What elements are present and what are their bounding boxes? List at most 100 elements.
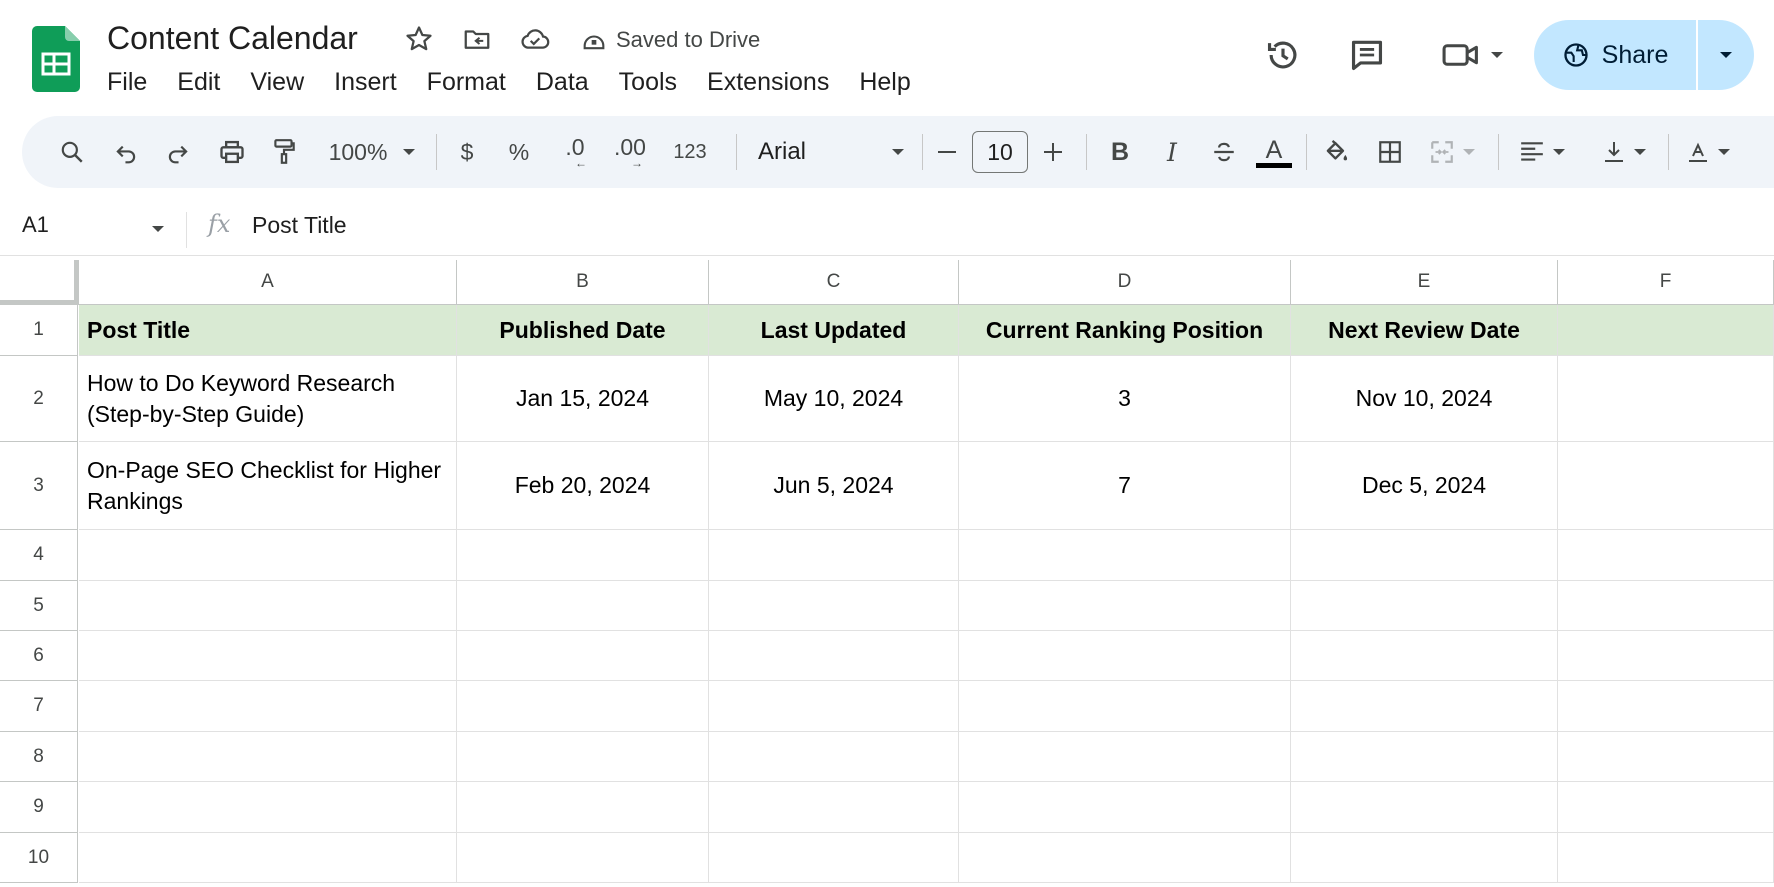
cell-e4[interactable] <box>1291 530 1558 581</box>
cell-e3[interactable]: Dec 5, 2024 <box>1291 442 1558 530</box>
menu-help[interactable]: Help <box>844 66 925 98</box>
row-header-10[interactable]: 10 <box>0 833 78 883</box>
column-header-b[interactable]: B <box>457 260 709 305</box>
cell-b1[interactable]: Published Date <box>457 305 709 356</box>
cell-d8[interactable] <box>959 732 1291 782</box>
more-formats-button[interactable]: 123 <box>662 116 718 188</box>
cell-d5[interactable] <box>959 581 1291 631</box>
row-header-3[interactable]: 3 <box>0 442 78 530</box>
undo-icon[interactable] <box>106 116 146 188</box>
cell-d6[interactable] <box>959 631 1291 681</box>
cloud-done-icon[interactable] <box>518 22 552 56</box>
cell-d10[interactable] <box>959 833 1291 883</box>
cell-f10[interactable] <box>1558 833 1774 883</box>
cell-d7[interactable] <box>959 681 1291 732</box>
cell-f4[interactable] <box>1558 530 1774 581</box>
cell-e1[interactable]: Next Review Date <box>1291 305 1558 356</box>
cell-e5[interactable] <box>1291 581 1558 631</box>
row-header-6[interactable]: 6 <box>0 631 78 681</box>
cell-c5[interactable] <box>709 581 959 631</box>
meet-icon[interactable] <box>1432 32 1512 78</box>
menu-format[interactable]: Format <box>412 66 521 98</box>
cell-d2[interactable]: 3 <box>959 356 1291 442</box>
cell-f8[interactable] <box>1558 732 1774 782</box>
cell-c9[interactable] <box>709 782 959 833</box>
cell-c8[interactable] <box>709 732 959 782</box>
cell-b10[interactable] <box>457 833 709 883</box>
cell-c1[interactable]: Last Updated <box>709 305 959 356</box>
cell-b6[interactable] <box>457 631 709 681</box>
menu-edit[interactable]: Edit <box>162 66 235 98</box>
cell-c10[interactable] <box>709 833 959 883</box>
formula-input[interactable]: Post Title <box>252 212 347 239</box>
cell-a2[interactable]: How to Do Keyword Research (Step-by-Step… <box>79 356 457 442</box>
cell-f3[interactable] <box>1558 442 1774 530</box>
cell-d4[interactable] <box>959 530 1291 581</box>
row-header-7[interactable]: 7 <box>0 681 78 732</box>
decrease-decimal-button[interactable]: .0 ← <box>552 116 598 188</box>
move-folder-icon[interactable] <box>460 22 494 56</box>
cell-c3[interactable]: Jun 5, 2024 <box>709 442 959 530</box>
format-currency-button[interactable]: $ <box>446 116 488 188</box>
cell-d3[interactable]: 7 <box>959 442 1291 530</box>
row-header-5[interactable]: 5 <box>0 581 78 631</box>
menu-insert[interactable]: Insert <box>319 66 412 98</box>
cell-a10[interactable] <box>79 833 457 883</box>
name-box[interactable]: A1 <box>22 212 49 238</box>
format-percent-button[interactable]: % <box>496 116 542 188</box>
search-menus-icon[interactable] <box>52 116 92 188</box>
print-icon[interactable] <box>212 116 252 188</box>
font-size-input[interactable]: 10 <box>972 131 1028 173</box>
menu-extensions[interactable]: Extensions <box>692 66 844 98</box>
bold-icon[interactable]: B <box>1100 116 1140 188</box>
row-header-1[interactable]: 1 <box>0 305 78 356</box>
row-header-2[interactable]: 2 <box>0 356 78 442</box>
cell-a5[interactable] <box>79 581 457 631</box>
cell-c2[interactable]: May 10, 2024 <box>709 356 959 442</box>
vertical-align-button[interactable] <box>1592 116 1656 188</box>
share-button[interactable]: Share <box>1534 20 1698 90</box>
cell-d1[interactable]: Current Ranking Position <box>959 305 1291 356</box>
cell-b4[interactable] <box>457 530 709 581</box>
borders-icon[interactable] <box>1370 116 1410 188</box>
cell-a6[interactable] <box>79 631 457 681</box>
row-header-8[interactable]: 8 <box>0 732 78 782</box>
cell-f6[interactable] <box>1558 631 1774 681</box>
cell-d9[interactable] <box>959 782 1291 833</box>
cell-e7[interactable] <box>1291 681 1558 732</box>
cell-a9[interactable] <box>79 782 457 833</box>
paint-format-icon[interactable] <box>264 116 304 188</box>
italic-icon[interactable]: I <box>1152 116 1192 188</box>
chevron-down-icon[interactable] <box>152 226 164 232</box>
row-header-4[interactable]: 4 <box>0 530 78 581</box>
cell-e6[interactable] <box>1291 631 1558 681</box>
row-header-9[interactable]: 9 <box>0 782 78 833</box>
cell-f7[interactable] <box>1558 681 1774 732</box>
increase-font-size-button[interactable] <box>1036 116 1070 188</box>
select-all-corner[interactable] <box>0 260 79 305</box>
cell-c6[interactable] <box>709 631 959 681</box>
sheets-logo-icon[interactable] <box>32 26 80 92</box>
column-header-d[interactable]: D <box>959 260 1291 305</box>
increase-decimal-button[interactable]: .00 → <box>604 116 656 188</box>
cell-b3[interactable]: Feb 20, 2024 <box>457 442 709 530</box>
document-title[interactable]: Content Calendar <box>107 18 358 58</box>
cell-f5[interactable] <box>1558 581 1774 631</box>
decrease-font-size-button[interactable] <box>930 116 964 188</box>
merge-cells-button[interactable] <box>1420 116 1484 188</box>
cell-b5[interactable] <box>457 581 709 631</box>
horizontal-align-button[interactable] <box>1510 116 1574 188</box>
menu-data[interactable]: Data <box>521 66 604 98</box>
cell-b9[interactable] <box>457 782 709 833</box>
text-color-button[interactable]: A <box>1254 116 1294 188</box>
text-wrapping-button[interactable] <box>1676 116 1740 188</box>
menu-view[interactable]: View <box>235 66 319 98</box>
zoom-select[interactable]: 100% <box>322 116 422 188</box>
cell-c7[interactable] <box>709 681 959 732</box>
column-header-f[interactable]: F <box>1558 260 1774 305</box>
cell-a7[interactable] <box>79 681 457 732</box>
cell-e9[interactable] <box>1291 782 1558 833</box>
cell-a4[interactable] <box>79 530 457 581</box>
cell-e2[interactable]: Nov 10, 2024 <box>1291 356 1558 442</box>
cell-b2[interactable]: Jan 15, 2024 <box>457 356 709 442</box>
